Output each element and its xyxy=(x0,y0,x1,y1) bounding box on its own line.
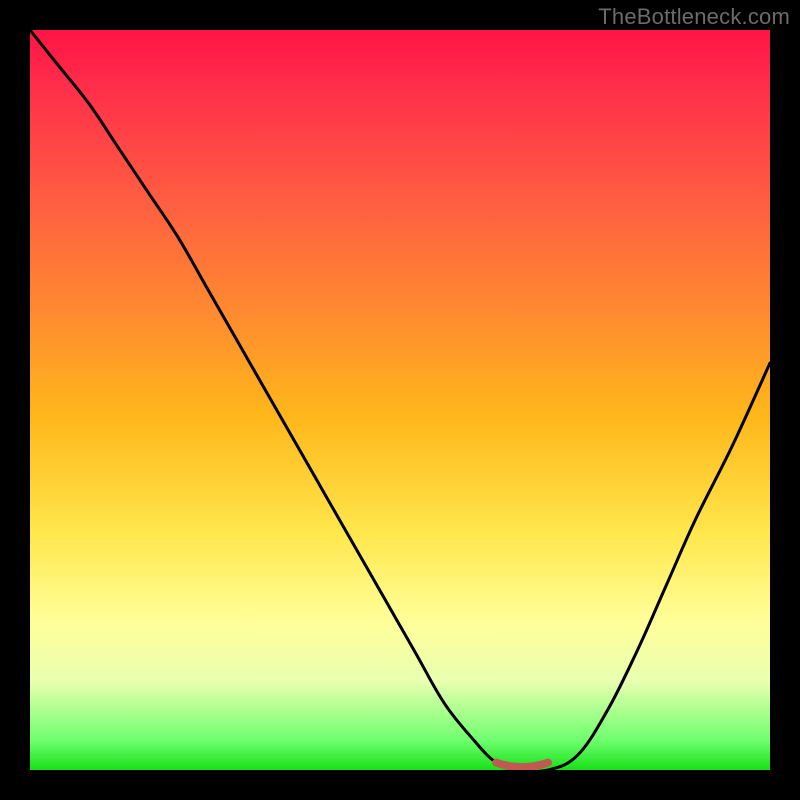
curve-layer xyxy=(30,30,770,770)
chart-frame: TheBottleneck.com xyxy=(0,0,800,800)
optimal-range-path xyxy=(496,763,548,768)
plot-area xyxy=(30,30,770,770)
bottleneck-curve-path xyxy=(30,30,770,770)
watermark-text: TheBottleneck.com xyxy=(598,4,790,30)
